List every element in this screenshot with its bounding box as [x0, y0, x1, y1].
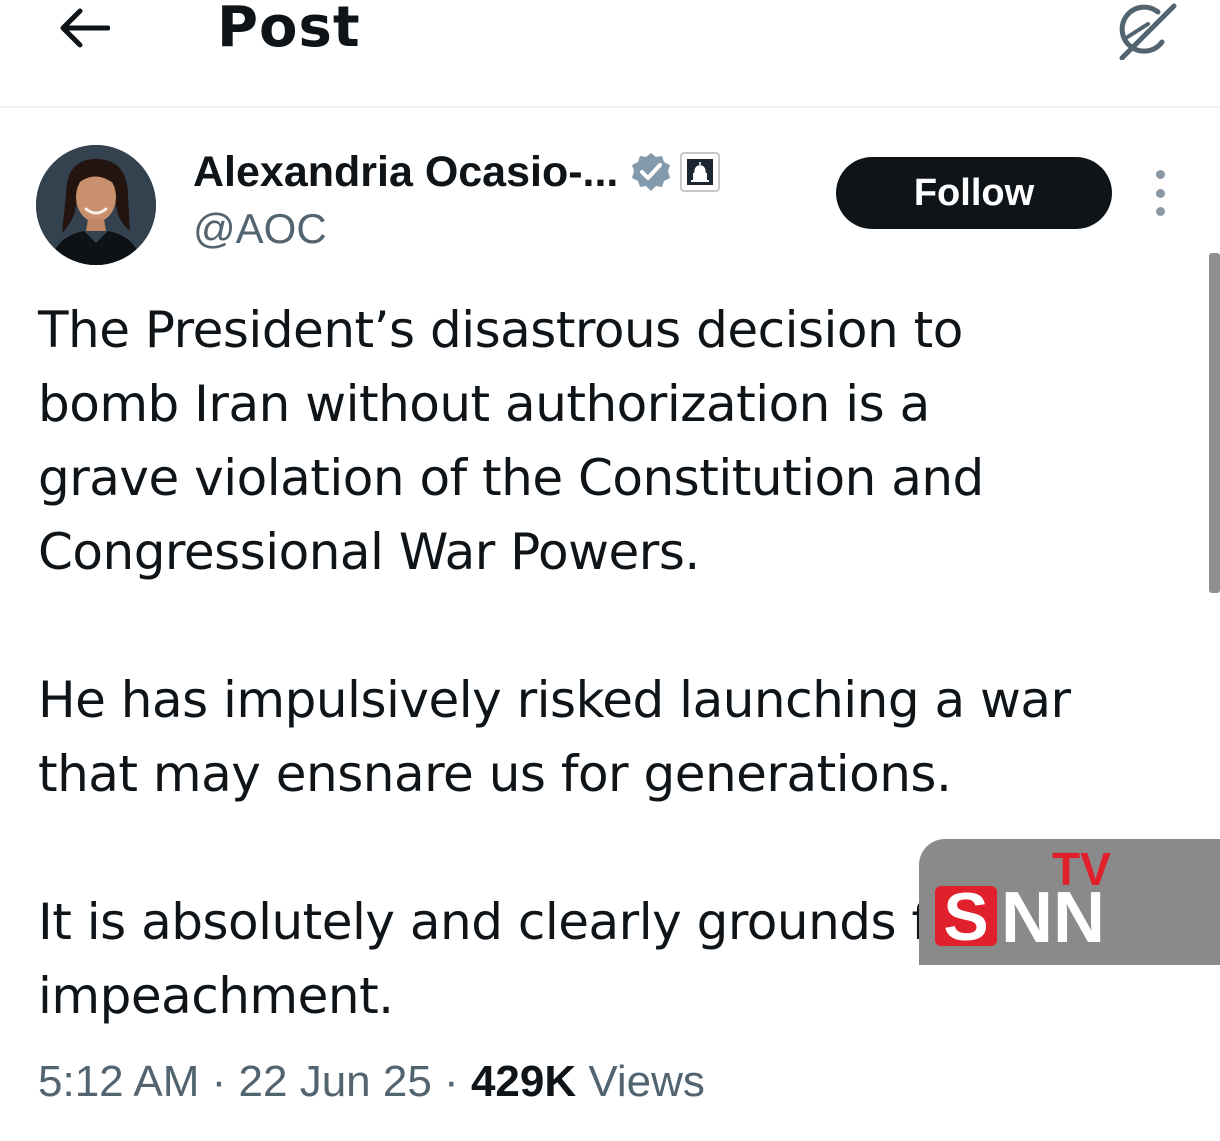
snn-tv-watermark: TV S NN	[919, 839, 1220, 965]
author-name[interactable]: Alexandria Ocasio-...	[193, 148, 618, 197]
author-handle[interactable]: @AOC	[193, 204, 327, 254]
tweet-paragraph: He has impulsively risked launching a wa…	[38, 671, 1071, 803]
back-button[interactable]	[52, 2, 116, 54]
views-count: 429K	[470, 1057, 577, 1106]
profile-photo	[36, 145, 156, 265]
scrollbar-thumb[interactable]	[1209, 253, 1220, 593]
more-vertical-icon[interactable]	[1144, 170, 1176, 216]
more-dot	[1155, 170, 1165, 179]
post-date[interactable]: 22 Jun 25	[239, 1057, 432, 1106]
grok-button[interactable]	[1110, 0, 1180, 62]
verified-badge-icon[interactable]	[630, 151, 672, 193]
avatar[interactable]	[36, 145, 156, 265]
separator: ·	[199, 1057, 239, 1106]
top-bar: Post	[0, 0, 1220, 108]
more-dot	[1155, 207, 1165, 216]
page-title: Post	[217, 0, 361, 60]
logo-nn: NN	[1001, 878, 1105, 958]
separator: ·	[431, 1057, 471, 1106]
arrow-left-icon	[60, 8, 110, 48]
capitol-dome-icon[interactable]	[680, 152, 721, 192]
views-label: Views	[576, 1057, 705, 1106]
snn-tv-logo: TV S NN	[935, 843, 1111, 958]
more-dot	[1155, 188, 1165, 198]
follow-button[interactable]: Follow	[836, 157, 1112, 229]
grok-icon	[1119, 3, 1177, 60]
tweet-paragraph: The President’s disastrous decision to b…	[38, 301, 984, 581]
post-time[interactable]: 5:12 AM	[38, 1057, 199, 1106]
tweet-meta: 5:12 AM · 22 Jun 25 · 429K Views	[38, 1052, 705, 1112]
author-name-row: Alexandria Ocasio-...	[193, 146, 721, 198]
logo-s: S	[943, 879, 988, 955]
